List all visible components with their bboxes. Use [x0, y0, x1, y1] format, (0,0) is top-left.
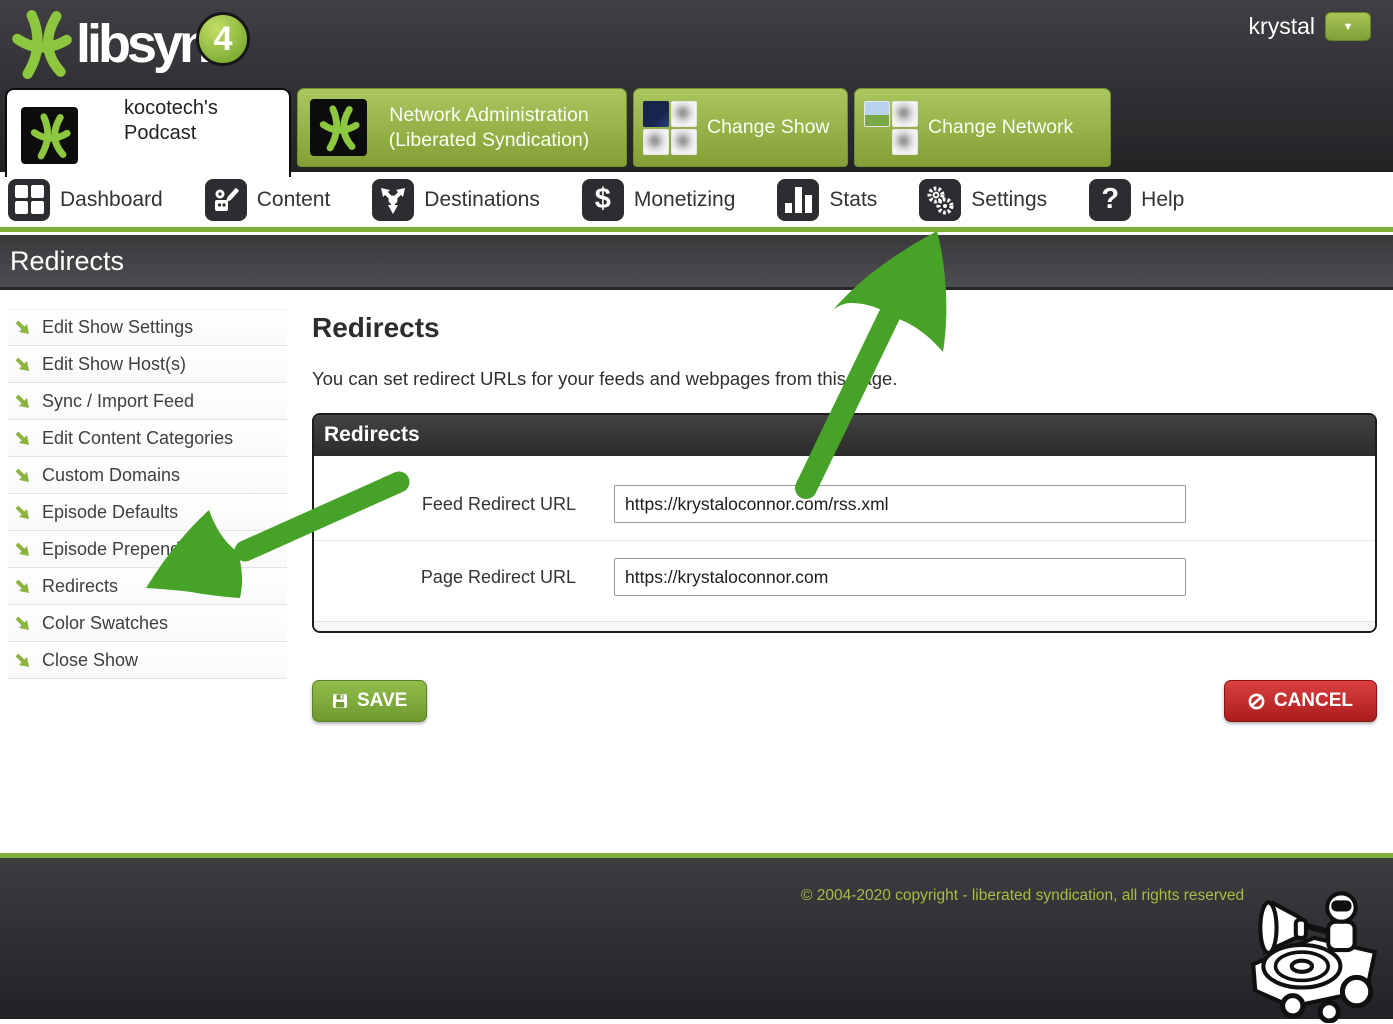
panel-title: Redirects — [314, 415, 1375, 456]
cancel-button[interactable]: CANCEL — [1224, 680, 1377, 722]
bullet-arrow-icon — [15, 579, 30, 594]
bullet-arrow-icon — [15, 653, 30, 668]
sidebar-item-episode-prepend[interactable]: Episode Prepend — [8, 531, 287, 568]
page-title: Redirects — [10, 246, 124, 277]
cancel-prohibition-icon — [1248, 693, 1265, 710]
share-arrows-icon — [372, 179, 414, 221]
dashboard-grid-icon — [8, 179, 50, 221]
tab-change-network[interactable]: Change Network — [854, 88, 1111, 167]
tab-network-administration[interactable]: Network Administration (Liberated Syndic… — [297, 88, 627, 167]
logo-badge-4: 4 — [196, 12, 250, 66]
nav-settings[interactable]: Settings — [919, 179, 1047, 221]
content-description: You can set redirect URLs for your feeds… — [312, 368, 1377, 390]
dollar-icon: $ — [582, 179, 624, 221]
bullet-arrow-icon — [15, 394, 30, 409]
libsyn-show-icon — [21, 107, 78, 164]
action-buttons: SAVE CANCEL — [312, 680, 1377, 722]
nav-destinations[interactable]: Destinations — [372, 179, 540, 221]
user-area: krystal ▼ — [1249, 0, 1393, 41]
change-show-icon — [643, 101, 697, 155]
nav-dashboard[interactable]: Dashboard — [8, 179, 163, 221]
tab-label: Change Show — [707, 115, 830, 139]
movie-camera-icon — [205, 179, 247, 221]
page-redirect-row: Page Redirect URL — [314, 540, 1375, 621]
tab-change-show[interactable]: Change Show — [633, 88, 848, 167]
user-name: krystal — [1249, 13, 1315, 40]
floppy-disk-icon — [332, 693, 348, 709]
tab-label: Network Administration (Liberated Syndic… — [375, 103, 603, 152]
sidebar-item-edit-show-hosts[interactable]: Edit Show Host(s) — [8, 346, 287, 383]
content-heading: Redirects — [312, 312, 1377, 344]
page-title-bar: Redirects — [0, 235, 1393, 290]
user-menu-button[interactable]: ▼ — [1325, 12, 1371, 41]
nav-stats[interactable]: Stats — [777, 179, 877, 221]
sidebar-item-edit-show-settings[interactable]: Edit Show Settings — [8, 309, 287, 346]
chevron-down-icon: ▼ — [1343, 21, 1354, 33]
top-bar: libsyn 4 krystal ▼ — [0, 0, 1393, 88]
libsyn-network-icon — [310, 99, 367, 156]
page-redirect-input[interactable] — [614, 558, 1186, 596]
tab-label: Change Network — [928, 115, 1073, 139]
main-panel: Redirects You can set redirect URLs for … — [287, 290, 1393, 853]
show-tab-bar: kocotech's Podcast Network Administratio… — [0, 88, 1393, 172]
nav-monetizing[interactable]: $ Monetizing — [582, 179, 736, 221]
logo-text: libsyn — [76, 17, 208, 71]
content-area: Edit Show Settings Edit Show Host(s) Syn… — [0, 290, 1393, 853]
bullet-arrow-icon — [15, 320, 30, 335]
redirects-panel: Redirects Feed Redirect URL Page Redirec… — [312, 413, 1377, 633]
panel-footer-strip — [314, 621, 1375, 631]
bullet-arrow-icon — [15, 505, 30, 520]
libsyn-app: libsyn 4 krystal ▼ kocotech's Podcast — [0, 0, 1393, 1024]
feed-redirect-input[interactable] — [614, 485, 1186, 523]
question-mark-icon: ? — [1089, 179, 1131, 221]
sidebar-item-color-swatches[interactable]: Color Swatches — [8, 605, 287, 642]
nav-help[interactable]: ? Help — [1089, 179, 1184, 221]
libsyn-logo: libsyn 4 — [0, 0, 250, 80]
sidebar-item-redirects[interactable]: Redirects — [8, 568, 287, 605]
bullet-arrow-icon — [15, 468, 30, 483]
sidebar-item-episode-defaults[interactable]: Episode Defaults — [8, 494, 287, 531]
gears-icon — [919, 179, 961, 221]
save-button[interactable]: SAVE — [312, 680, 427, 722]
copyright-text: © 2004-2020 copyright - liberated syndic… — [801, 887, 1244, 905]
robot-dj-mascot-illustration — [1235, 871, 1387, 1023]
panel-body: Feed Redirect URL Page Redirect URL — [314, 456, 1375, 631]
sidebar-item-edit-content-categories[interactable]: Edit Content Categories — [8, 420, 287, 457]
sidebar-item-custom-domains[interactable]: Custom Domains — [8, 457, 287, 494]
tab-current-show[interactable]: kocotech's Podcast — [5, 88, 291, 177]
page-redirect-label: Page Redirect URL — [314, 567, 576, 588]
libsyn-knot-icon — [8, 8, 74, 80]
bullet-arrow-icon — [15, 542, 30, 557]
bar-chart-icon — [777, 179, 819, 221]
app-header: libsyn 4 krystal ▼ kocotech's Podcast — [0, 0, 1393, 172]
app-footer: © 2004-2020 copyright - liberated syndic… — [0, 853, 1393, 1019]
feed-redirect-label: Feed Redirect URL — [314, 494, 576, 515]
bullet-arrow-icon — [15, 357, 30, 372]
settings-sidebar: Edit Show Settings Edit Show Host(s) Syn… — [8, 309, 287, 853]
tab-label: kocotech's Podcast — [124, 96, 289, 146]
sidebar-item-close-show[interactable]: Close Show — [8, 642, 287, 679]
nav-content[interactable]: Content — [205, 179, 331, 221]
change-network-icon — [864, 101, 918, 155]
bullet-arrow-icon — [15, 616, 30, 631]
main-nav: Dashboard Content — [0, 172, 1393, 232]
feed-redirect-row: Feed Redirect URL — [314, 456, 1375, 540]
sidebar-item-sync-import-feed[interactable]: Sync / Import Feed — [8, 383, 287, 420]
bullet-arrow-icon — [15, 431, 30, 446]
